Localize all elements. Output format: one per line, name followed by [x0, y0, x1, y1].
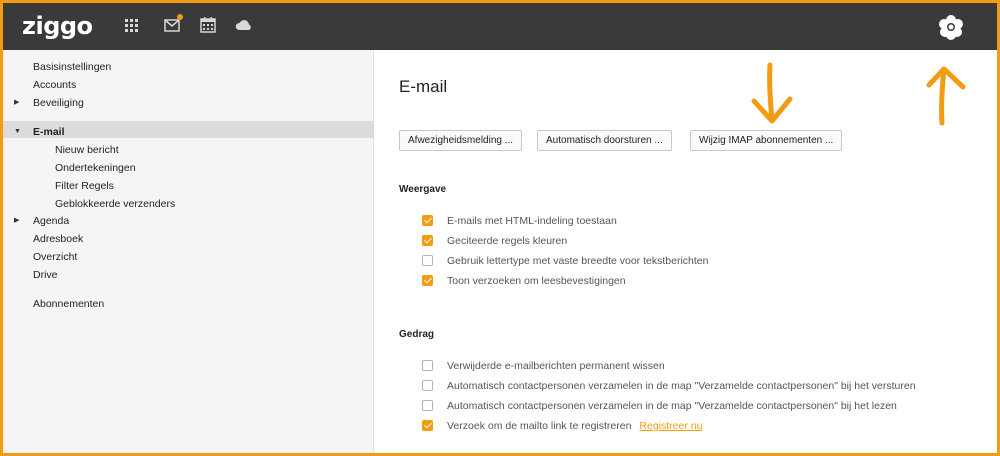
- option-label: Automatisch contactpersonen verzamelen i…: [447, 400, 897, 412]
- mail-icon[interactable]: [163, 14, 183, 35]
- checkbox-unchecked[interactable]: [422, 255, 433, 266]
- settings-main-panel: E-mail Afwezigheidsmelding ... Automatis…: [375, 50, 997, 453]
- avatar-icon[interactable]: [938, 14, 964, 40]
- app-window: ziggo Basisinstellingen Accounts ▶ Bevei…: [3, 3, 997, 453]
- option-label-text: Verzoek om de mailto link te registreren: [447, 420, 632, 432]
- sidebar-item-geblokkeerde-verzenders[interactable]: Geblokkeerde verzenders: [55, 197, 175, 211]
- sidebar-item-accounts[interactable]: Accounts: [33, 78, 76, 92]
- checkbox-unchecked[interactable]: [422, 380, 433, 391]
- checkbox-checked[interactable]: [422, 275, 433, 286]
- checkbox-unchecked[interactable]: [422, 360, 433, 371]
- top-bar: ziggo: [3, 3, 997, 50]
- annotation-arrow-down-icon: [751, 62, 793, 124]
- page-title: E-mail: [399, 77, 448, 96]
- registreer-nu-link[interactable]: Registreer nu: [639, 420, 702, 432]
- option-label: Automatisch contactpersonen verzamelen i…: [447, 380, 916, 392]
- caret-down-icon[interactable]: ▼: [14, 125, 21, 139]
- caret-right-icon[interactable]: ▶: [14, 96, 19, 110]
- ziggo-logo[interactable]: ziggo: [22, 12, 93, 40]
- option-label: Verzoek om de mailto link te registreren…: [447, 419, 702, 433]
- option-label: Verwijderde e-mailberichten permanent wi…: [447, 360, 665, 372]
- option-label: Gebruik lettertype met vaste breedte voo…: [447, 255, 709, 267]
- automatisch-doorsturen-button[interactable]: Automatisch doorsturen ...: [537, 130, 672, 151]
- sidebar-item-agenda[interactable]: Agenda: [33, 214, 69, 228]
- checkbox-checked[interactable]: [422, 420, 433, 431]
- settings-sidebar: Basisinstellingen Accounts ▶ Beveiliging…: [3, 50, 374, 453]
- option-label: E-mails met HTML-indeling toestaan: [447, 215, 617, 227]
- sidebar-item-abonnementen[interactable]: Abonnementen: [33, 297, 104, 311]
- sidebar-item-ondertekeningen[interactable]: Ondertekeningen: [55, 161, 136, 175]
- wijzig-imap-button[interactable]: Wijzig IMAP abonnementen ...: [690, 130, 843, 151]
- unread-dot: [177, 14, 183, 20]
- sidebar-item-email[interactable]: E-mail: [33, 125, 65, 139]
- afwezigheidsmelding-button[interactable]: Afwezigheidsmelding ...: [399, 130, 523, 151]
- sidebar-item-filter-regels[interactable]: Filter Regels: [55, 179, 114, 193]
- section-title-gedrag: Gedrag: [399, 329, 435, 340]
- sidebar-item-adresboek[interactable]: Adresboek: [33, 232, 83, 246]
- apps-grid-icon[interactable]: [122, 15, 142, 35]
- calendar-icon[interactable]: [198, 15, 218, 35]
- checkbox-unchecked[interactable]: [422, 400, 433, 411]
- sidebar-item-nieuw-bericht[interactable]: Nieuw bericht: [55, 143, 119, 157]
- sidebar-item-beveiliging[interactable]: Beveiliging: [33, 96, 84, 110]
- sidebar-item-drive[interactable]: Drive: [33, 268, 58, 282]
- cloud-icon[interactable]: [234, 15, 254, 35]
- sidebar-item-basisinstellingen[interactable]: Basisinstellingen: [33, 60, 111, 74]
- checkbox-checked[interactable]: [422, 215, 433, 226]
- section-title-weergave: Weergave: [399, 184, 447, 195]
- caret-right-icon[interactable]: ▶: [14, 214, 19, 228]
- annotation-arrow-up-icon: [926, 66, 966, 126]
- checkbox-checked[interactable]: [422, 235, 433, 246]
- sidebar-item-overzicht[interactable]: Overzicht: [33, 250, 77, 264]
- option-label: Toon verzoeken om leesbevestigingen: [447, 275, 626, 287]
- option-label: Geciteerde regels kleuren: [447, 235, 568, 247]
